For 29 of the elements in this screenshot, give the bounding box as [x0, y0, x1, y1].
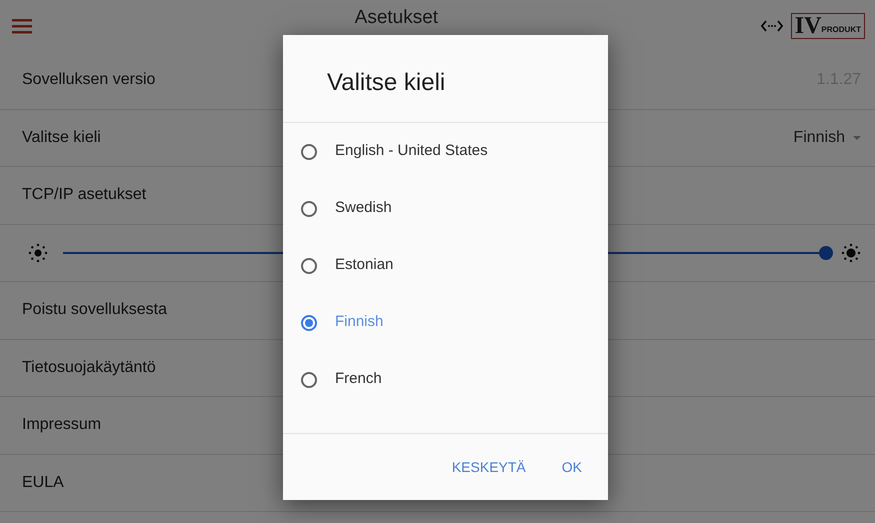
language-option[interactable]: French [283, 351, 608, 408]
setting-item[interactable]: Tietosuojakäytäntö [22, 356, 156, 380]
radio-button[interactable] [301, 200, 317, 216]
cancel-button[interactable]: KESKEYTÄ [442, 448, 536, 486]
setting-item[interactable]: Impressum [22, 413, 102, 438]
radio-button[interactable] [301, 144, 317, 160]
language-option[interactable]: English - United States [283, 123, 608, 180]
ok-button[interactable]: OK [552, 448, 592, 486]
dialog-title: Valitse kieli [283, 35, 608, 123]
radio-button[interactable] [301, 258, 317, 274]
setting-item[interactable]: TCP/IP asetukset [22, 183, 146, 208]
slider-thumb[interactable] [819, 246, 833, 260]
language-dropdown[interactable]: Finnish [793, 126, 847, 150]
language-option[interactable]: Finnish [283, 294, 608, 351]
logo-mark: IV [794, 14, 822, 38]
brightness-high-icon [841, 242, 861, 263]
setting-label: Sovelluksen versio [22, 70, 156, 90]
setting-item[interactable]: Poistu sovelluksesta [22, 298, 167, 322]
logo-text: PRODUKT [821, 26, 861, 34]
code-icon[interactable] [760, 20, 783, 32]
screen-title: Asetukset [354, 6, 438, 30]
brightness-low-icon [28, 242, 48, 263]
setting-label[interactable]: Valitse kieli [22, 126, 101, 150]
radio-button[interactable] [301, 314, 317, 330]
setting-item[interactable]: EULA [22, 470, 64, 495]
language-option[interactable]: Swedish [283, 180, 608, 237]
menu-icon [12, 18, 32, 34]
language-option[interactable]: Estonian [283, 237, 608, 294]
radio-button[interactable] [301, 372, 317, 388]
